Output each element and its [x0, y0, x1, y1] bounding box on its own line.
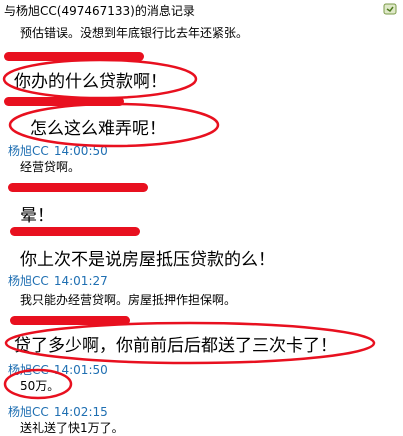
message-text: 你办的什么贷款啊！ [14, 72, 167, 92]
message-text: 你上次不是说房屋抵压贷款的么！ [20, 250, 275, 270]
message-text: 50万。 [20, 379, 60, 393]
message-text: 经营贷啊。 [20, 160, 81, 174]
message-time: 14:01:50 [53, 363, 108, 377]
message-header: 杨旭CC 14:01:50 [8, 359, 108, 378]
sender-name: 杨旭CC [8, 144, 49, 158]
message-time: 14:00:50 [53, 144, 108, 158]
message-time: 14:02:15 [53, 405, 108, 419]
history-icon[interactable] [383, 2, 397, 16]
redaction-mark [10, 227, 140, 236]
title-bar: 与杨旭CC(497467133)的消息记录 [0, 0, 403, 20]
message-header: 杨旭CC 14:01:27 [8, 270, 108, 289]
message-text: 预估错误。没想到年底银行比去年还紧张。 [20, 26, 249, 40]
redaction-mark [4, 97, 124, 106]
message-text: 晕！ [20, 206, 54, 226]
message-text: 贷了多少啊，你前前后后都送了三次卡了！ [14, 336, 337, 356]
redaction-mark [10, 316, 130, 325]
message-time: 14:01:27 [53, 274, 108, 288]
redaction-mark [8, 183, 148, 192]
message-text: 怎么这么难弄呢！ [30, 119, 166, 139]
message-header: 杨旭CC 14:02:15 [8, 401, 108, 420]
window-title: 与杨旭CC(497467133)的消息记录 [4, 4, 195, 18]
message-text: 送礼送了快1万了。 [20, 421, 124, 435]
redaction-mark [4, 52, 144, 61]
message-header: 杨旭CC 14:00:50 [8, 140, 108, 159]
sender-name: 杨旭CC [8, 274, 49, 288]
message-text: 我只能办经营贷啊。房屋抵押作担保啊。 [20, 293, 237, 307]
sender-name: 杨旭CC [8, 405, 49, 419]
sender-name: 杨旭CC [8, 363, 49, 377]
